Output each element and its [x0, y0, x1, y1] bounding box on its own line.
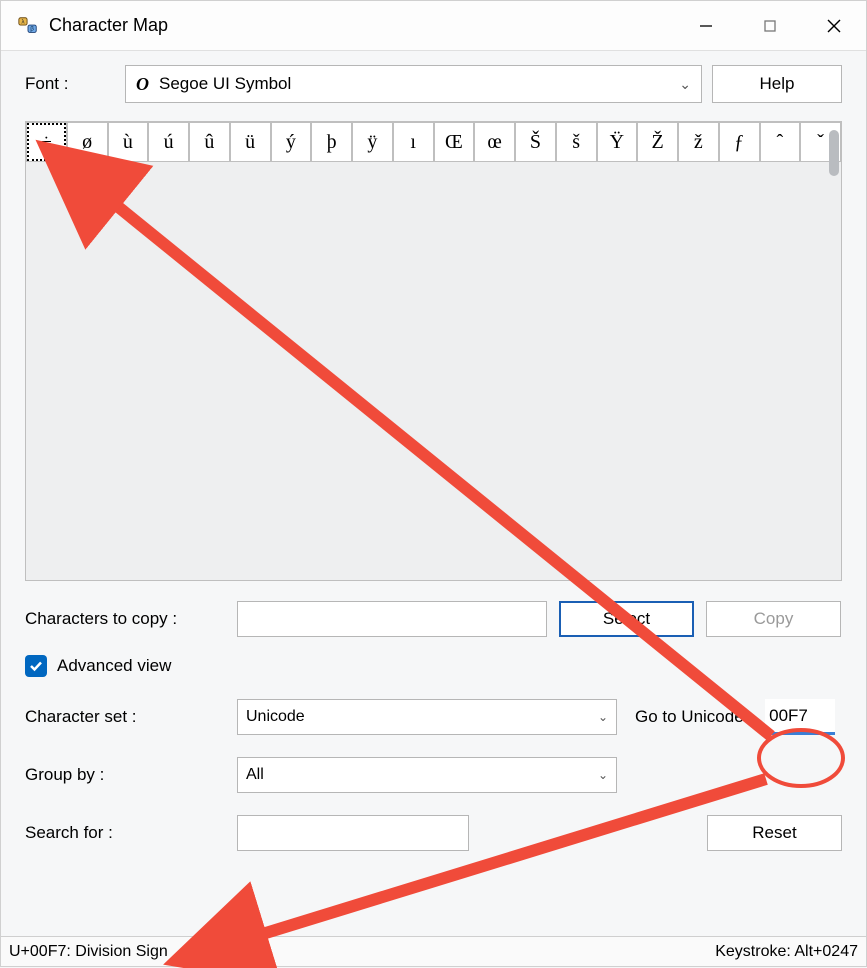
char-cell-1[interactable]: ø: [67, 122, 108, 162]
char-cell-15[interactable]: Ž: [637, 122, 678, 162]
char-cell-14[interactable]: Ÿ: [597, 122, 638, 162]
groupby-value: All: [246, 766, 598, 784]
help-button[interactable]: Help: [712, 65, 842, 103]
statusbar-right: Keystroke: Alt+0247: [715, 943, 858, 961]
char-cell-11[interactable]: œ: [474, 122, 515, 162]
char-cell-13[interactable]: š: [556, 122, 597, 162]
charset-value: Unicode: [246, 708, 598, 726]
char-cell-5[interactable]: ü: [230, 122, 271, 162]
scrollbar-thumb[interactable]: [829, 130, 839, 176]
character-grid: ÷øùúûüýþÿıŒœŠšŸŽžƒˆˇ: [25, 121, 842, 581]
statusbar-left: U+00F7: Division Sign: [9, 943, 715, 961]
char-cell-4[interactable]: û: [189, 122, 230, 162]
char-cell-12[interactable]: Š: [515, 122, 556, 162]
statusbar: U+00F7: Division Sign Keystroke: Alt+024…: [1, 936, 866, 966]
char-cell-8[interactable]: ÿ: [352, 122, 393, 162]
minimize-button[interactable]: [674, 1, 738, 51]
select-button[interactable]: Select: [559, 601, 694, 637]
font-label: Font :: [25, 74, 115, 94]
svg-text:β: β: [30, 25, 34, 32]
char-cell-18[interactable]: ˆ: [760, 122, 801, 162]
chevron-down-icon: ⌄: [598, 710, 608, 724]
font-dropdown[interactable]: O Segoe UI Symbol ⌄: [125, 65, 702, 103]
char-cell-2[interactable]: ù: [108, 122, 149, 162]
goto-unicode-input[interactable]: [765, 699, 835, 735]
search-label: Search for :: [25, 823, 225, 843]
reset-button[interactable]: Reset: [707, 815, 842, 851]
char-cell-3[interactable]: ú: [148, 122, 189, 162]
copy-label: Characters to copy :: [25, 609, 225, 629]
char-cell-16[interactable]: ž: [678, 122, 719, 162]
chevron-down-icon: ⌄: [598, 768, 608, 782]
char-cell-0[interactable]: ÷: [26, 122, 67, 162]
chevron-down-icon: ⌄: [679, 76, 691, 93]
characters-to-copy-input[interactable]: [237, 601, 547, 637]
advanced-view-checkbox[interactable]: [25, 655, 47, 677]
window-title: Character Map: [49, 15, 168, 36]
font-selected: Segoe UI Symbol: [159, 74, 679, 94]
font-preview-icon: O: [136, 74, 149, 95]
charset-dropdown[interactable]: Unicode ⌄: [237, 699, 617, 735]
groupby-dropdown[interactable]: All ⌄: [237, 757, 617, 793]
char-cell-17[interactable]: ƒ: [719, 122, 760, 162]
goto-unicode-label: Go to Unicode :: [635, 707, 753, 727]
copy-button[interactable]: Copy: [706, 601, 841, 637]
close-button[interactable]: [802, 1, 866, 51]
titlebar: λβ Character Map: [1, 1, 866, 51]
char-cell-6[interactable]: ý: [271, 122, 312, 162]
char-cell-9[interactable]: ı: [393, 122, 434, 162]
search-input[interactable]: [237, 815, 469, 851]
char-cell-7[interactable]: þ: [311, 122, 352, 162]
advanced-view-label: Advanced view: [57, 656, 171, 676]
groupby-label: Group by :: [25, 765, 225, 785]
app-icon: λβ: [17, 15, 39, 37]
maximize-button[interactable]: [738, 1, 802, 51]
char-cell-10[interactable]: Œ: [434, 122, 475, 162]
charset-label: Character set :: [25, 707, 225, 727]
